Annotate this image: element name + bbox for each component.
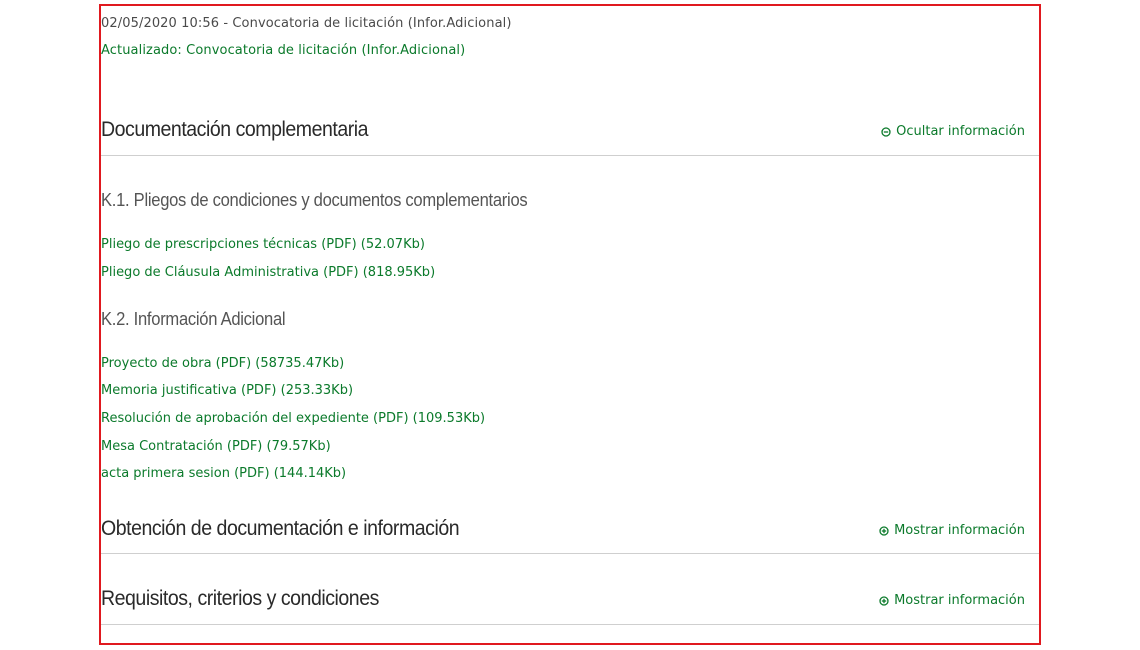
subsection-title-k1: K.1. Pliegos de condiciones y documentos… <box>101 190 528 210</box>
plus-circle-icon <box>879 525 889 536</box>
ocultar-informacion-toggle[interactable]: Ocultar información <box>881 124 1025 139</box>
highlighted-content-frame: 02/05/2020 10:56 - Convocatoria de licit… <box>99 4 1041 645</box>
notice-updated-link[interactable]: Actualizado: Convocatoria de licitación … <box>101 43 465 58</box>
section-title-requisitos: Requisitos, criterios y condiciones <box>101 587 379 610</box>
minus-circle-icon <box>881 126 891 137</box>
doc-link-pliego-prescripciones[interactable]: Pliego de prescripciones técnicas (PDF) … <box>101 237 425 252</box>
doc-link-memoria-justificativa[interactable]: Memoria justificativa (PDF) (253.33Kb) <box>101 383 353 398</box>
section-title-documentacion: Documentación complementaria <box>101 118 369 141</box>
doc-link-mesa-contratacion[interactable]: Mesa Contratación (PDF) (79.57Kb) <box>101 439 331 454</box>
doc-link-pliego-clausula[interactable]: Pliego de Cláusula Administrativa (PDF) … <box>101 265 435 280</box>
section-divider <box>101 553 1039 554</box>
doc-link-acta-primera-sesion[interactable]: acta primera sesion (PDF) (144.14Kb) <box>101 466 346 481</box>
mostrar-informacion-toggle-obtencion[interactable]: Mostrar información <box>879 523 1025 538</box>
notice-entry: 02/05/2020 10:56 - Convocatoria de licit… <box>101 16 512 31</box>
section-divider <box>101 155 1039 156</box>
mostrar-informacion-label: Mostrar información <box>894 523 1025 538</box>
section-divider <box>101 624 1039 625</box>
plus-circle-icon <box>879 595 889 606</box>
subsection-title-k2: K.2. Información Adicional <box>101 309 286 329</box>
doc-link-proyecto-obra[interactable]: Proyecto de obra (PDF) (58735.47Kb) <box>101 356 344 371</box>
mostrar-informacion-toggle-requisitos[interactable]: Mostrar información <box>879 593 1025 608</box>
ocultar-informacion-label: Ocultar información <box>896 124 1025 139</box>
mostrar-informacion-label: Mostrar información <box>894 593 1025 608</box>
doc-link-resolucion-aprobacion[interactable]: Resolución de aprobación del expediente … <box>101 411 485 426</box>
section-title-obtencion: Obtención de documentación e información <box>101 517 460 540</box>
